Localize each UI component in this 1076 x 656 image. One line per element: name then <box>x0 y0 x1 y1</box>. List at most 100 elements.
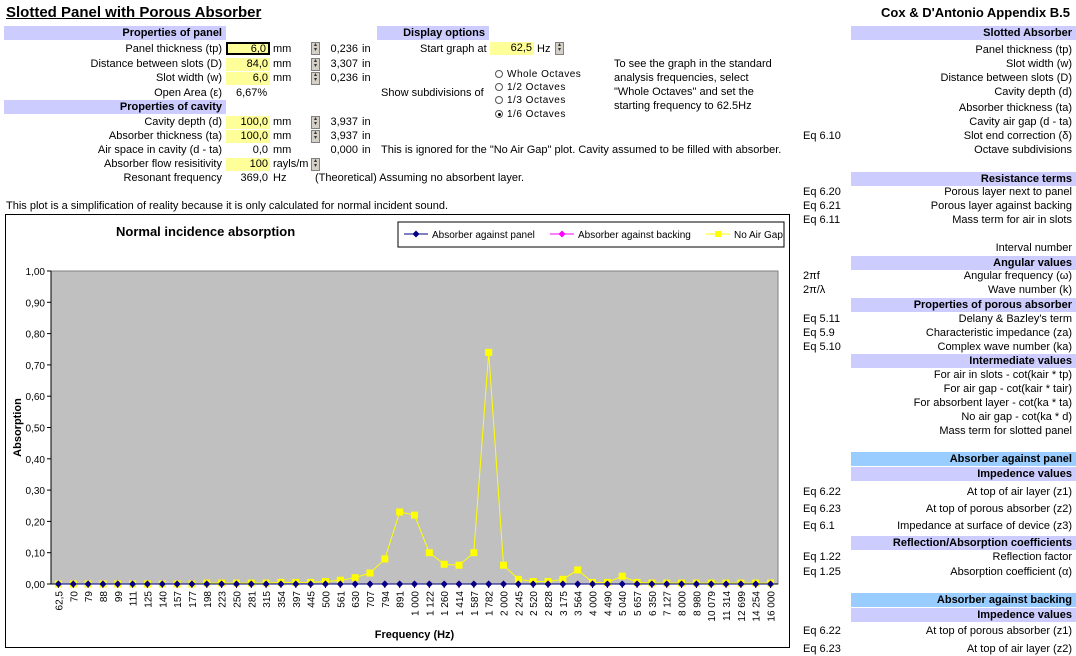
radio-third-octaves-label: 1/3 Octaves <box>507 95 566 106</box>
subdivisions-label: Show subdivisions of <box>381 87 484 99</box>
x-tick-label: 561 <box>336 591 347 608</box>
y-tick-label: 0,70 <box>26 361 46 372</box>
x-tick-label: 794 <box>381 591 392 608</box>
start-graph-unit: Hz <box>537 43 551 55</box>
sidebar-item-label: Slot end correction (δ) <box>963 130 1072 142</box>
help-line-3: "Whole Octaves" and set the <box>614 86 754 98</box>
absorber-thickness-spinner[interactable]: ▴ ▾ <box>311 130 320 143</box>
reference-title: Cox & D'Antonio Appendix B.5 <box>881 5 1070 20</box>
absorber-thickness-label: Absorber thickness (ta) <box>108 130 222 142</box>
x-tick-label: 79 <box>84 591 95 603</box>
y-tick-label: 1,00 <box>26 267 46 278</box>
sidebar-section-header: Intermediate values <box>851 354 1076 368</box>
flow-resistivity-spinner[interactable]: ▴ ▾ <box>311 158 320 171</box>
x-tick-label: 12 699 <box>737 591 748 622</box>
slot-width-inches: 0,236 <box>330 72 358 84</box>
y-tick-label: 0,80 <box>26 330 46 341</box>
data-point <box>470 549 478 557</box>
slot-distance-spinner[interactable]: ▴ ▾ <box>311 58 320 71</box>
sidebar-equation-ref: Eq 6.21 <box>803 200 841 212</box>
plot-area <box>50 270 779 585</box>
sidebar-item-label: Cavity air gap (d - ta) <box>969 116 1072 128</box>
x-tick-label: 11 314 <box>722 591 733 621</box>
sidebar-section-header: Angular values <box>851 256 1076 270</box>
sidebar-section-header: Slotted Absorber <box>851 26 1076 40</box>
absorber-thickness-unit: mm <box>273 130 292 142</box>
sidebar-item-label: Slot width (w) <box>1005 58 1072 70</box>
page-title: Slotted Panel with Porous Absorber <box>6 4 262 21</box>
radio-sixth-octaves[interactable] <box>495 110 503 118</box>
x-tick-label: 1 122 <box>425 591 436 616</box>
x-tick-label: 3 564 <box>574 591 585 616</box>
sidebar-equation-ref: Eq 6.23 <box>803 643 841 655</box>
start-graph-spinner[interactable]: ▴ ▾ <box>555 42 564 55</box>
display-options-header: Display options <box>377 26 489 40</box>
cavity-depth-spinner[interactable]: ▴ ▾ <box>311 116 320 129</box>
sidebar-equation-ref: Eq 6.1 <box>803 520 835 532</box>
y-axis-label: Absorption <box>12 398 24 457</box>
absorption-chart[interactable]: Normal incidence absorption 0,00 0,10 0,20 0… <box>5 214 790 648</box>
simplification-note: This plot is a simplification of reality… <box>6 200 449 212</box>
x-axis-label: Frequency (Hz) <box>375 629 455 641</box>
y-tick-label: 0,50 <box>26 424 46 435</box>
x-tick-label: 1 414 <box>455 591 466 616</box>
slot-distance-input[interactable]: 84,0 <box>226 58 270 71</box>
data-point <box>485 348 493 356</box>
radio-sixth-octaves-label: 1/6 Octaves <box>507 109 566 120</box>
slot-width-label: Slot width (w) <box>155 72 222 84</box>
panel-thickness-unit: mm <box>273 43 292 55</box>
x-tick-label: 7 127 <box>663 591 674 616</box>
sidebar-item-label: Absorption coefficient (α) <box>950 566 1072 578</box>
panel-thickness-input[interactable]: 6,0 <box>226 42 270 55</box>
sidebar-item-label: Angular frequency (ω) <box>963 270 1072 282</box>
legend-label: Absorber against backing <box>578 230 691 241</box>
resonant-frequency-unit: Hz <box>273 172 287 184</box>
sidebar-equation-ref: Eq 6.23 <box>803 503 841 515</box>
slot-width-input[interactable]: 6,0 <box>226 72 270 85</box>
x-tick-label: 315 <box>262 591 273 608</box>
panel-thickness-spinner[interactable]: ▴ ▾ <box>311 42 320 55</box>
sidebar-item-label: Delany & Bazley's term <box>958 313 1072 325</box>
y-tick-label: 0,90 <box>26 298 46 309</box>
sidebar-item-label: Porous layer against backing <box>930 200 1072 212</box>
sidebar-section-header: Impedence values <box>851 467 1076 481</box>
slot-distance-inches-unit: in <box>362 58 371 70</box>
radio-third-octaves[interactable] <box>495 96 503 104</box>
x-tick-label: 5 657 <box>633 591 644 616</box>
x-tick-label: 630 <box>351 591 362 608</box>
air-space-inches-unit: in <box>362 144 371 156</box>
x-tick-label: 2 245 <box>514 591 525 616</box>
sidebar-equation-ref: Eq 6.10 <box>803 130 841 142</box>
sidebar-item-label: Complex wave number (ka) <box>937 341 1073 353</box>
sidebar-item-label: Porous layer next to panel <box>944 186 1072 198</box>
radio-whole-octaves[interactable] <box>495 70 503 78</box>
x-tick-label: 1 260 <box>440 591 451 616</box>
air-space-unit: mm <box>273 144 292 156</box>
x-tick-label: 8 980 <box>692 591 703 616</box>
slot-width-spinner[interactable]: ▴ ▾ <box>311 72 320 85</box>
slot-distance-unit: mm <box>273 58 292 70</box>
sidebar-item-label: Absorber thickness (ta) <box>958 102 1072 114</box>
cavity-depth-input[interactable]: 100,0 <box>226 116 270 129</box>
slot-width-unit: mm <box>273 72 292 84</box>
x-tick-label: 88 <box>99 591 110 603</box>
x-tick-label: 707 <box>366 591 377 608</box>
panel-thickness-inches: 0,236 <box>330 43 358 55</box>
sidebar-section-header: Impedence values <box>851 608 1076 622</box>
data-point <box>351 574 359 582</box>
radio-half-octaves[interactable] <box>495 83 503 91</box>
slot-distance-label: Distance between slots (D) <box>90 58 222 70</box>
slot-width-inches-unit: in <box>362 72 371 84</box>
x-tick-label: 70 <box>69 591 80 603</box>
x-tick-label: 4 000 <box>589 591 600 616</box>
absorber-thickness-input[interactable]: 100,0 <box>226 130 270 143</box>
x-tick-label: 14 254 <box>752 591 763 622</box>
start-graph-input[interactable]: 62,5 <box>490 42 534 55</box>
open-area-value: 6,67% <box>236 87 268 99</box>
flow-resistivity-input[interactable]: 100 <box>226 158 270 171</box>
sidebar-item-label: Cavity depth (d) <box>994 86 1072 98</box>
data-point <box>500 561 508 569</box>
sidebar-equation-ref: Eq 1.22 <box>803 551 841 563</box>
x-tick-label: 281 <box>247 591 258 608</box>
sidebar-equation-ref: Eq 5.10 <box>803 341 841 353</box>
